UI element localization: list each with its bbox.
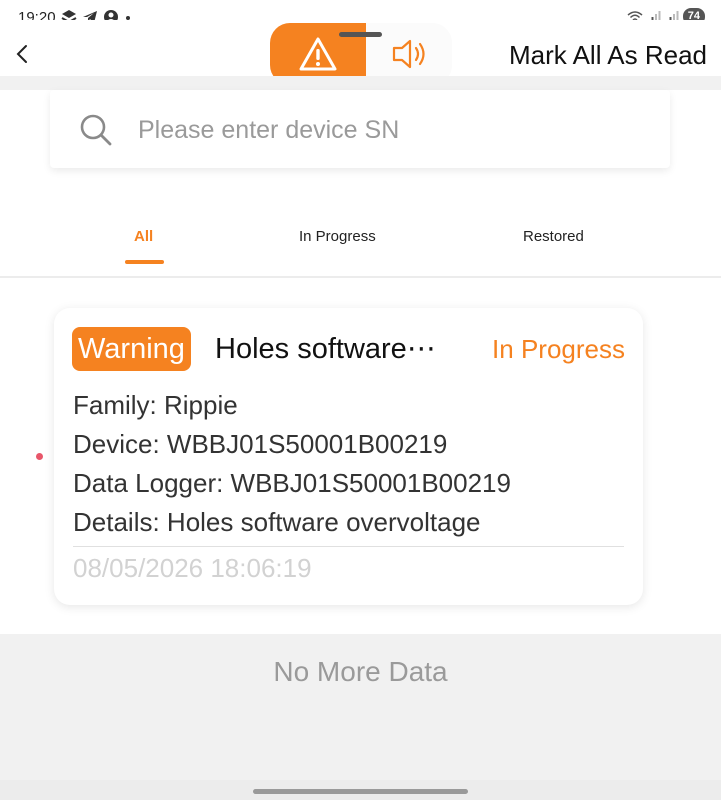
tab-in-progress[interactable]: In Progress: [299, 228, 376, 245]
speaker-icon: [392, 39, 425, 69]
search-box: [50, 90, 670, 168]
unread-dot: [36, 453, 43, 460]
status-tabs: All In Progress Restored: [0, 226, 721, 276]
alarm-details: Family: Rippie Device: WBBJ01S50001B0021…: [73, 386, 511, 542]
tab-restored[interactable]: Restored: [523, 228, 584, 245]
no-more-data-label: No More Data: [273, 656, 448, 687]
alarm-title: Holes software⋯: [215, 333, 436, 365]
card-divider: [73, 546, 624, 547]
severity-badge: Warning: [72, 327, 191, 371]
alarm-card[interactable]: Warning Holes software⋯ In Progress Fami…: [54, 308, 643, 605]
chevron-left-icon: [16, 45, 27, 63]
search-section: All In Progress Restored: [0, 90, 721, 278]
home-indicator[interactable]: [253, 789, 468, 794]
alarm-status: In Progress: [492, 334, 625, 364]
warning-icon: [299, 37, 337, 71]
mark-all-read-button[interactable]: Mark All As Read: [509, 40, 707, 71]
alarm-details-text: Details: Holes software overvoltage: [73, 507, 481, 537]
tab-all[interactable]: All: [134, 228, 153, 245]
alarm-card-header: Warning Holes software⋯ In Progress: [72, 327, 627, 371]
header-divider: [0, 76, 721, 90]
drag-handle[interactable]: [339, 32, 382, 37]
alarm-family: Family: Rippie: [73, 390, 238, 420]
app-root: 19:20 74 Mark All As Read Please enter d…: [0, 0, 721, 800]
search-icon: [80, 114, 112, 146]
alarm-list: Warning Holes software⋯ In Progress Fami…: [0, 278, 721, 634]
alarm-timestamp: 08/05/2026 18:06:19: [73, 553, 312, 583]
back-button[interactable]: [10, 38, 36, 70]
device-sn-search-input[interactable]: [138, 110, 638, 150]
active-tab-indicator: [125, 260, 164, 264]
alarm-data-logger: Data Logger: WBBJ01S50001B00219: [73, 468, 511, 498]
alarm-device: Device: WBBJ01S50001B00219: [73, 429, 448, 459]
